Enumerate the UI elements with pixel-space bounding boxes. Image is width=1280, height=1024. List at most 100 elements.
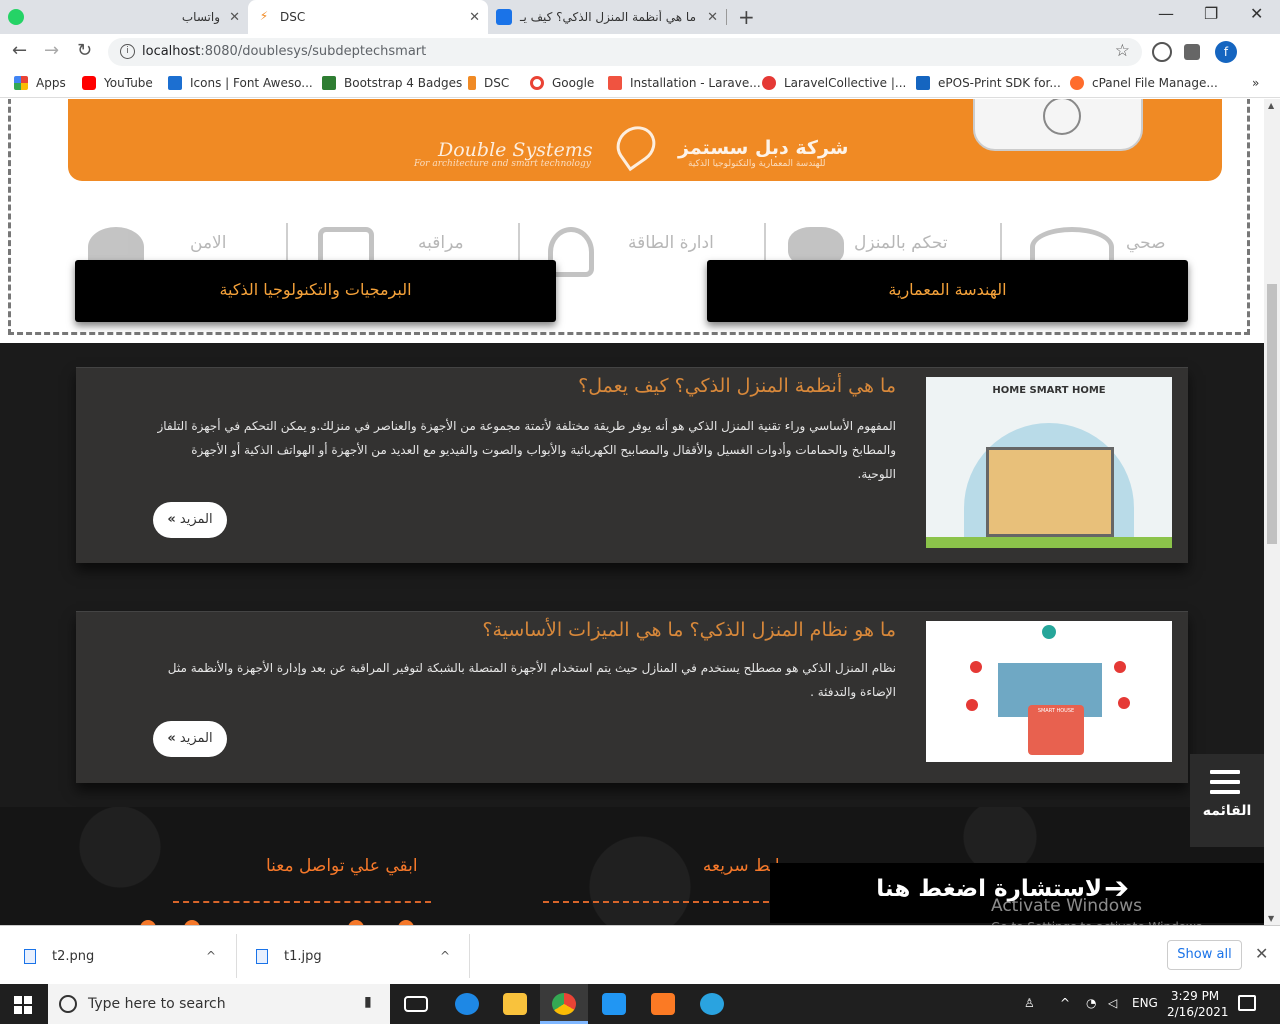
chrome-icon	[552, 993, 576, 1015]
footer-heading-contact: ابقي علي تواصل معنا	[266, 856, 418, 876]
company-logo-icon	[609, 118, 663, 172]
apps-grid-icon	[14, 76, 28, 90]
brand-tagline-en: For architecture and smart technology	[414, 159, 591, 169]
extensions-puzzle-icon[interactable]	[1184, 44, 1200, 60]
bookmark-epos-print[interactable]: ePOS-Print SDK for...	[916, 76, 1061, 90]
read-more-label: المزيد	[179, 731, 213, 746]
feature-home-control: تحكم بالمنزل	[854, 233, 948, 253]
software-dept-button[interactable]: البرمجيات والتكنولوجيا الذكية	[75, 260, 556, 322]
taskbar-file-explorer[interactable]	[491, 984, 539, 1024]
wifi-tray-icon[interactable]: ◔	[1086, 996, 1096, 1010]
new-tab-button[interactable]: +	[738, 5, 755, 29]
profile-avatar[interactable]: f	[1215, 41, 1237, 63]
chevron-up-icon[interactable]: ^	[440, 949, 450, 963]
maximize-button[interactable]: ❐	[1204, 4, 1218, 23]
scroll-down-icon[interactable]: ▼	[1268, 914, 1274, 923]
feature-energy: ادارة الطاقة	[628, 233, 714, 253]
scroll-up-icon[interactable]: ▲	[1268, 101, 1274, 110]
tab-smart-home-article[interactable]: ما هي أنظمة المنزل الذكي؟ كيف يـ ✕	[488, 0, 726, 34]
article-title[interactable]: ما هي أنظمة المنزل الذكي؟ كيف يعمل؟	[578, 375, 896, 397]
read-more-label: المزيد	[179, 512, 213, 527]
show-all-downloads-button[interactable]: Show all	[1167, 940, 1242, 970]
read-more-button[interactable]: المزيد »	[153, 502, 227, 538]
edge-icon	[455, 993, 479, 1015]
taskbar-telegram[interactable]	[688, 984, 736, 1024]
bookmarks-bar: Apps YouTube Icons | Font Aweso... Boots…	[0, 70, 1280, 98]
grass-graphic	[926, 537, 1172, 548]
close-shelf-button[interactable]: ✕	[1255, 944, 1268, 963]
bookmark-font-awesome[interactable]: Icons | Font Aweso...	[168, 76, 313, 90]
extension-globe-icon[interactable]	[1152, 42, 1172, 62]
taskbar-edge[interactable]	[443, 984, 491, 1024]
close-icon[interactable]: ✕	[229, 10, 240, 25]
xampp-icon	[651, 993, 675, 1015]
bookmark-star-icon[interactable]: ☆	[1115, 41, 1130, 61]
windows-start-icon[interactable]	[14, 996, 32, 1014]
page-scrollbar[interactable]: ▲ ▼	[1264, 99, 1280, 925]
feature-health: صحي	[1126, 233, 1166, 253]
url-path: :8080/doublesys/subdeptechsmart	[200, 44, 427, 59]
bookmark-laravel-installation[interactable]: Installation - Larave...	[608, 76, 761, 90]
close-icon[interactable]: ✕	[707, 10, 718, 25]
action-center-icon[interactable]	[1238, 995, 1256, 1011]
bookmark-youtube[interactable]: YouTube	[82, 76, 153, 90]
download-item[interactable]: t2.png ^	[24, 926, 234, 986]
feature-security: الامن	[190, 233, 227, 253]
activate-windows-title: Activate Windows	[991, 896, 1142, 916]
microphone-icon[interactable]: ▮	[364, 994, 372, 1010]
bookmark-cpanel[interactable]: cPanel File Manage...	[1070, 76, 1218, 90]
search-placeholder: Type here to search	[88, 996, 226, 1012]
bookmark-dsc[interactable]: DSC	[468, 76, 509, 90]
close-icon[interactable]: ✕	[469, 10, 480, 25]
taskbar-vscode[interactable]	[590, 984, 638, 1024]
read-more-button[interactable]: المزيد »	[153, 721, 227, 757]
forward-button[interactable]: →	[44, 40, 59, 61]
chevron-up-tray-icon[interactable]: ^	[1060, 996, 1070, 1010]
window-close-button[interactable]: ✕	[1250, 4, 1263, 23]
task-view-button[interactable]	[392, 984, 440, 1024]
language-indicator[interactable]: ENG	[1132, 996, 1158, 1010]
menu-button[interactable]: القائمه	[1190, 754, 1264, 847]
volume-icon[interactable]: ◁	[1108, 996, 1117, 1010]
scrollbar-thumb[interactable]	[1267, 284, 1277, 544]
bookmarks-overflow-button[interactable]: »	[1252, 76, 1259, 90]
url-text: localhost:8080/doublesys/subdeptechsmart	[142, 44, 426, 59]
reload-button[interactable]: ↻	[77, 40, 92, 61]
image-caption: HOME SMART HOME	[992, 385, 1106, 396]
address-bar[interactable]: i localhost:8080/doublesys/subdeptechsma…	[108, 38, 1142, 66]
bookmark-google[interactable]: Google	[530, 76, 594, 90]
epos-icon	[916, 76, 930, 90]
brand-name-en: Double Systems	[438, 139, 593, 161]
bookmark-label: YouTube	[104, 76, 153, 90]
taskbar-chrome[interactable]	[540, 984, 588, 1024]
download-separator	[236, 934, 237, 978]
bookmark-apps[interactable]: Apps	[14, 76, 66, 90]
bookmark-label: cPanel File Manage...	[1092, 76, 1218, 90]
taskbar-search-box[interactable]: Type here to search ▮	[48, 984, 390, 1024]
minimize-button[interactable]: —	[1158, 4, 1174, 23]
bookmark-label: ePOS-Print SDK for...	[938, 76, 1061, 90]
tab-whatsapp[interactable]: واتساب ✕	[0, 0, 248, 34]
wifi-icon	[1042, 625, 1056, 639]
people-icon[interactable]: ♙	[1024, 996, 1035, 1010]
bookmark-bootstrap-badges[interactable]: Bootstrap 4 Badges	[322, 76, 462, 90]
device-node-icon	[966, 699, 978, 711]
company-banner: Double Systems For architecture and smar…	[68, 99, 1222, 181]
feature-monitoring: مراقبه	[418, 233, 464, 253]
bookmark-laravelcollective[interactable]: LaravelCollective |...	[762, 76, 906, 90]
chevron-up-icon[interactable]: ^	[206, 949, 216, 963]
taskbar-xampp[interactable]	[639, 984, 687, 1024]
download-item[interactable]: t1.jpg ^	[256, 926, 466, 986]
tab-dsc[interactable]: ⚡ DSC ✕	[248, 0, 488, 34]
architecture-dept-button[interactable]: الهندسة المعمارية	[707, 260, 1188, 322]
image-file-icon	[24, 948, 36, 964]
bookmark-label: DSC	[484, 76, 510, 90]
back-button[interactable]: ←	[12, 40, 27, 61]
brand-tagline-ar: للهندسة المعمارية والتكنولوجيا الذكية	[688, 159, 826, 169]
bookmark-label: Bootstrap 4 Badges	[344, 76, 463, 90]
w-logo-icon	[322, 76, 336, 90]
dsc-favicon-icon: ⚡	[259, 9, 269, 23]
taskbar-clock[interactable]: 3:29 PM 2/16/2021	[1167, 988, 1229, 1020]
info-icon[interactable]: i	[120, 44, 135, 59]
article-title[interactable]: ما هو نظام المنزل الذكي؟ ما هي الميزات ا…	[482, 619, 896, 641]
